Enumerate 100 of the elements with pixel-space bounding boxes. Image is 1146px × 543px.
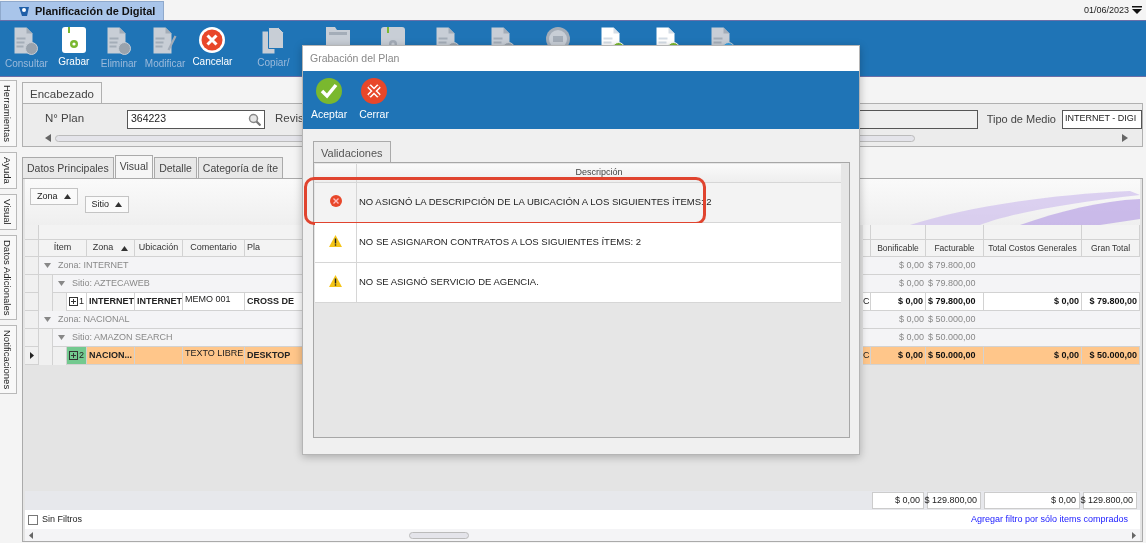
table-cell <box>1082 257 1140 275</box>
scrollbar-thumb[interactable] <box>409 531 469 539</box>
table-cell: CROSS DE <box>245 293 303 311</box>
plan-number-field[interactable]: 364223 <box>127 109 265 129</box>
table-cell: DESKTOP <box>245 347 303 365</box>
field-label: Tipo de Medio <box>986 111 1056 127</box>
sort-icon <box>115 202 123 207</box>
window-title: Planificación de Digital <box>35 3 156 19</box>
floppy-icon <box>61 27 86 53</box>
field-label: N° Plan <box>45 111 86 127</box>
side-tab[interactable]: Herramientas <box>0 80 17 148</box>
column-header[interactable]: Pla <box>245 240 303 257</box>
group-label: Sitio: AZTECAWEB <box>72 276 150 290</box>
header-cell <box>25 225 39 240</box>
close-icon <box>360 77 389 105</box>
column-header[interactable]: Facturable <box>926 240 984 257</box>
table-cell <box>1082 329 1140 347</box>
filter-link[interactable]: Agregar filtro por sólo items comprados <box>970 512 1128 527</box>
table-cell: $ 0,00 <box>984 293 1082 311</box>
table-cell: INTERNET <box>87 293 135 311</box>
column-header[interactable]: Total Costos Generales <box>984 240 1082 257</box>
row-indicator-cell <box>25 275 39 293</box>
tab[interactable]: Detalle <box>154 157 197 178</box>
item-number: 1 <box>79 294 84 308</box>
validation-message: NO SE ASIGNÓ SERVICIO DE AGENCIA. <box>359 276 539 287</box>
folder-icon <box>326 27 351 45</box>
expand-icon <box>69 351 78 360</box>
document-icon <box>106 27 131 55</box>
expand-icon <box>69 297 78 306</box>
table-cell: $ 0,00 <box>871 275 926 293</box>
column-header[interactable]: Comentario <box>183 240 245 257</box>
row-pointer-icon <box>29 352 34 359</box>
table-cell: $ 79.800,00 <box>926 275 984 293</box>
table-cell <box>1082 275 1140 293</box>
table-cell: TEXTO LIBRE <box>183 347 245 365</box>
table-cell: $ 0,00 <box>871 329 926 347</box>
validation-row[interactable]: NO SE ASIGNARON CONTRATOS A LOS SIGUIENTES ÍTEMS: 2 <box>315 223 841 263</box>
side-tab[interactable]: Visual <box>0 193 17 230</box>
dialog-button[interactable]: Cerrar <box>359 77 389 129</box>
toolbar-button[interactable]: Cancelar <box>191 27 234 68</box>
validation-message: NO SE ASIGNARON CONTRATOS A LOS SIGUIENTES ÍTEMS: 2 <box>359 236 642 247</box>
group-label: Sitio: AMAZON SEARCH <box>72 330 173 344</box>
table-cell: $ 0,00 <box>871 293 926 311</box>
tab[interactable]: Visual <box>114 155 154 178</box>
column-header[interactable]: Ubicación <box>135 240 183 257</box>
error-icon <box>329 195 342 207</box>
cancel-icon <box>199 27 226 53</box>
table-cell: $ 50.000,00 <box>926 329 984 347</box>
date-text: 01/06/2023 <box>1083 3 1129 17</box>
tab[interactable]: Datos Principales <box>22 157 114 178</box>
header-cell <box>926 225 984 240</box>
header-tab[interactable]: Encabezado <box>22 82 102 103</box>
header-cell <box>871 225 926 240</box>
copy-icon <box>262 27 285 54</box>
checkbox[interactable] <box>28 514 38 525</box>
side-tab[interactable]: Datos Adicionales <box>0 234 17 321</box>
column-header[interactable]: Ítem <box>39 240 87 257</box>
table-cell: INTERNET <box>135 293 183 311</box>
table-cell: $ 0,00 <box>871 311 926 329</box>
group-by-chip[interactable]: Zona <box>30 188 78 205</box>
dialog-button[interactable]: Aceptar <box>311 77 348 129</box>
group-label: Zona: NACIONAL <box>58 312 130 326</box>
floppy-icon <box>381 27 406 45</box>
scroll-left-icon <box>45 134 51 142</box>
sort-icon <box>63 194 71 199</box>
document-icon <box>153 27 178 55</box>
total-cell: $ 129.800,00 <box>1083 492 1137 509</box>
column-header[interactable]: Gran Total <box>1082 240 1140 257</box>
warning-icon <box>329 235 342 247</box>
side-tab[interactable]: Ayuda <box>0 152 17 189</box>
table-cell: $ 0,00 <box>871 257 926 275</box>
group-label: Zona: INTERNET <box>58 258 129 272</box>
scroll-left-icon <box>29 531 33 539</box>
table-cell: MEMO 001 <box>183 293 245 311</box>
table-cell: $ 0,00 <box>871 347 926 365</box>
total-cell: $ 0,00 <box>872 492 924 509</box>
table-cell: $ 50.000,00 <box>926 311 984 329</box>
group-by-chip[interactable]: Sitio <box>84 196 130 213</box>
side-tab[interactable]: Notificaciones <box>0 325 17 395</box>
total-cell: $ 129.800,00 <box>927 492 981 509</box>
table-cell: $ 50.000,00 <box>1082 347 1140 365</box>
column-header[interactable]: Zona <box>87 240 135 257</box>
validation-row[interactable]: NO ASIGNÓ LA DESCRIPCIÓN DE LA UBICACIÓN A LOS SIGUIENTES ÍTEMS: 2 <box>315 183 841 223</box>
column-header[interactable]: Bonificable <box>871 240 926 257</box>
table-cell: $ 79.800,00 <box>1082 293 1140 311</box>
tab[interactable]: Categoría de íte <box>197 157 284 178</box>
total-cell: $ 0,00 <box>984 492 1080 509</box>
document-icon <box>14 27 39 55</box>
table-cell <box>1082 311 1140 329</box>
validation-row[interactable]: NO SE ASIGNÓ SERVICIO DE AGENCIA. <box>315 263 841 303</box>
media-type-field[interactable]: INTERNET - DIGI <box>1062 109 1142 129</box>
warning-icon <box>329 275 342 287</box>
table-cell: $ 79.800,00 <box>926 293 984 311</box>
table-cell: $ 50.000,00 <box>926 347 984 365</box>
toolbar-button[interactable]: Grabar <box>53 27 94 68</box>
tab[interactable]: Validaciones <box>313 141 391 162</box>
validation-message: NO ASIGNÓ LA DESCRIPCIÓN DE LA UBICACIÓN A LOS SIGUIENTES ÍTEMS: 2 <box>359 196 712 207</box>
header-cell <box>25 240 39 257</box>
checkbox-label: Sin Filtros <box>42 512 82 526</box>
table-cell: $ 0,00 <box>984 347 1082 365</box>
